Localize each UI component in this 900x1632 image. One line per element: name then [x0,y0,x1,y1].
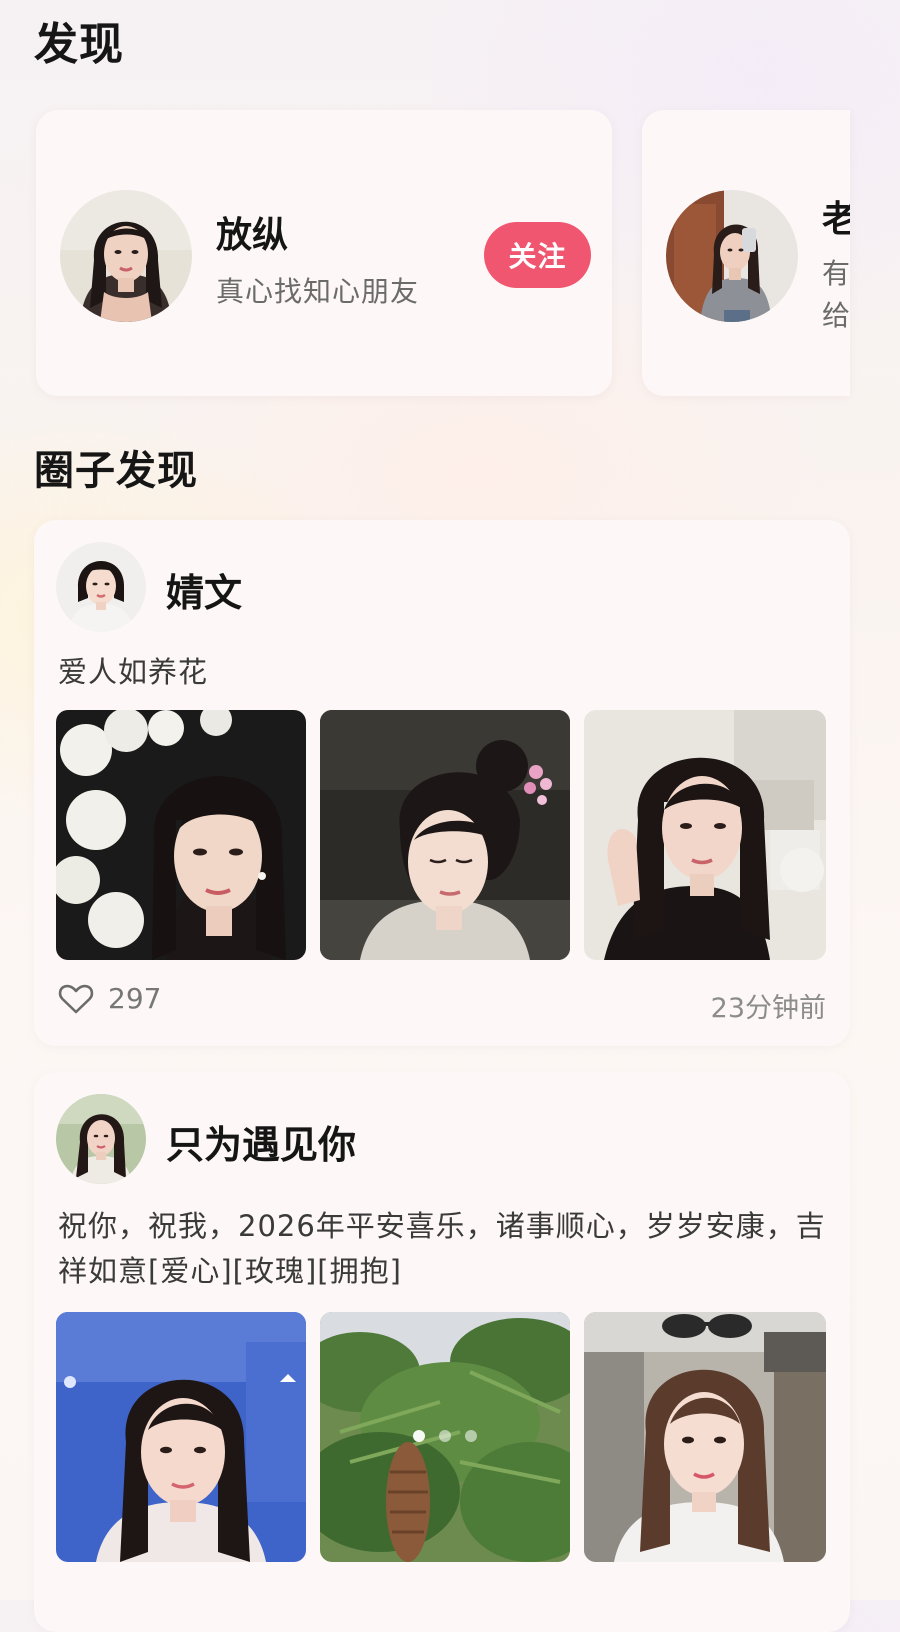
like-button[interactable]: 297 [58,982,161,1015]
recommend-card[interactable]: 放纵 真心找知心朋友 关注 [36,110,612,396]
recommend-user-desc-line: 给 [822,299,850,332]
follow-button[interactable]: 关注 [484,222,591,288]
recommend-card[interactable]: 老 有 给 [642,110,850,396]
carousel-indicator [320,1430,570,1442]
avatar[interactable] [56,1094,146,1184]
post-time: 23分钟前 [710,993,826,1024]
post-text: 祝你，祝我，2026年平安喜乐，诸事顺心，岁岁安康，吉祥如意[爱心][玫瑰][拥… [58,1209,826,1288]
post-image[interactable] [584,1312,826,1562]
carousel-dot[interactable] [439,1430,451,1442]
avatar[interactable] [60,190,192,322]
heart-outline-icon [58,984,94,1013]
post-card[interactable]: 婧文 爱人如养花 297 23分钟前 [34,520,850,1046]
carousel-dot[interactable] [465,1430,477,1442]
post-image[interactable] [56,710,306,960]
post-author: 婧文 [166,571,243,615]
recommend-user-name: 老 [822,199,850,240]
like-count: 297 [108,982,162,1015]
post-image[interactable] [320,1312,570,1562]
post-author: 只为遇见你 [166,1123,357,1167]
avatar[interactable] [666,190,798,322]
section-title: 圈子发现 [34,448,198,494]
post-text: 爱人如养花 [58,655,209,689]
carousel-dot[interactable] [413,1430,425,1442]
recommend-user-name: 放纵 [216,215,289,256]
recommend-user-desc-line: 有 [822,257,850,290]
post-image[interactable] [320,710,570,960]
post-image[interactable] [584,710,826,960]
post-image[interactable] [56,1312,306,1562]
page-title: 发现 [34,19,124,70]
post-card[interactable]: 只为遇见你 祝你，祝我，2026年平安喜乐，诸事顺心，岁岁安康，吉祥如意[爱心]… [34,1072,850,1632]
recommend-user-desc: 真心找知心朋友 [216,275,420,308]
avatar[interactable] [56,542,146,632]
